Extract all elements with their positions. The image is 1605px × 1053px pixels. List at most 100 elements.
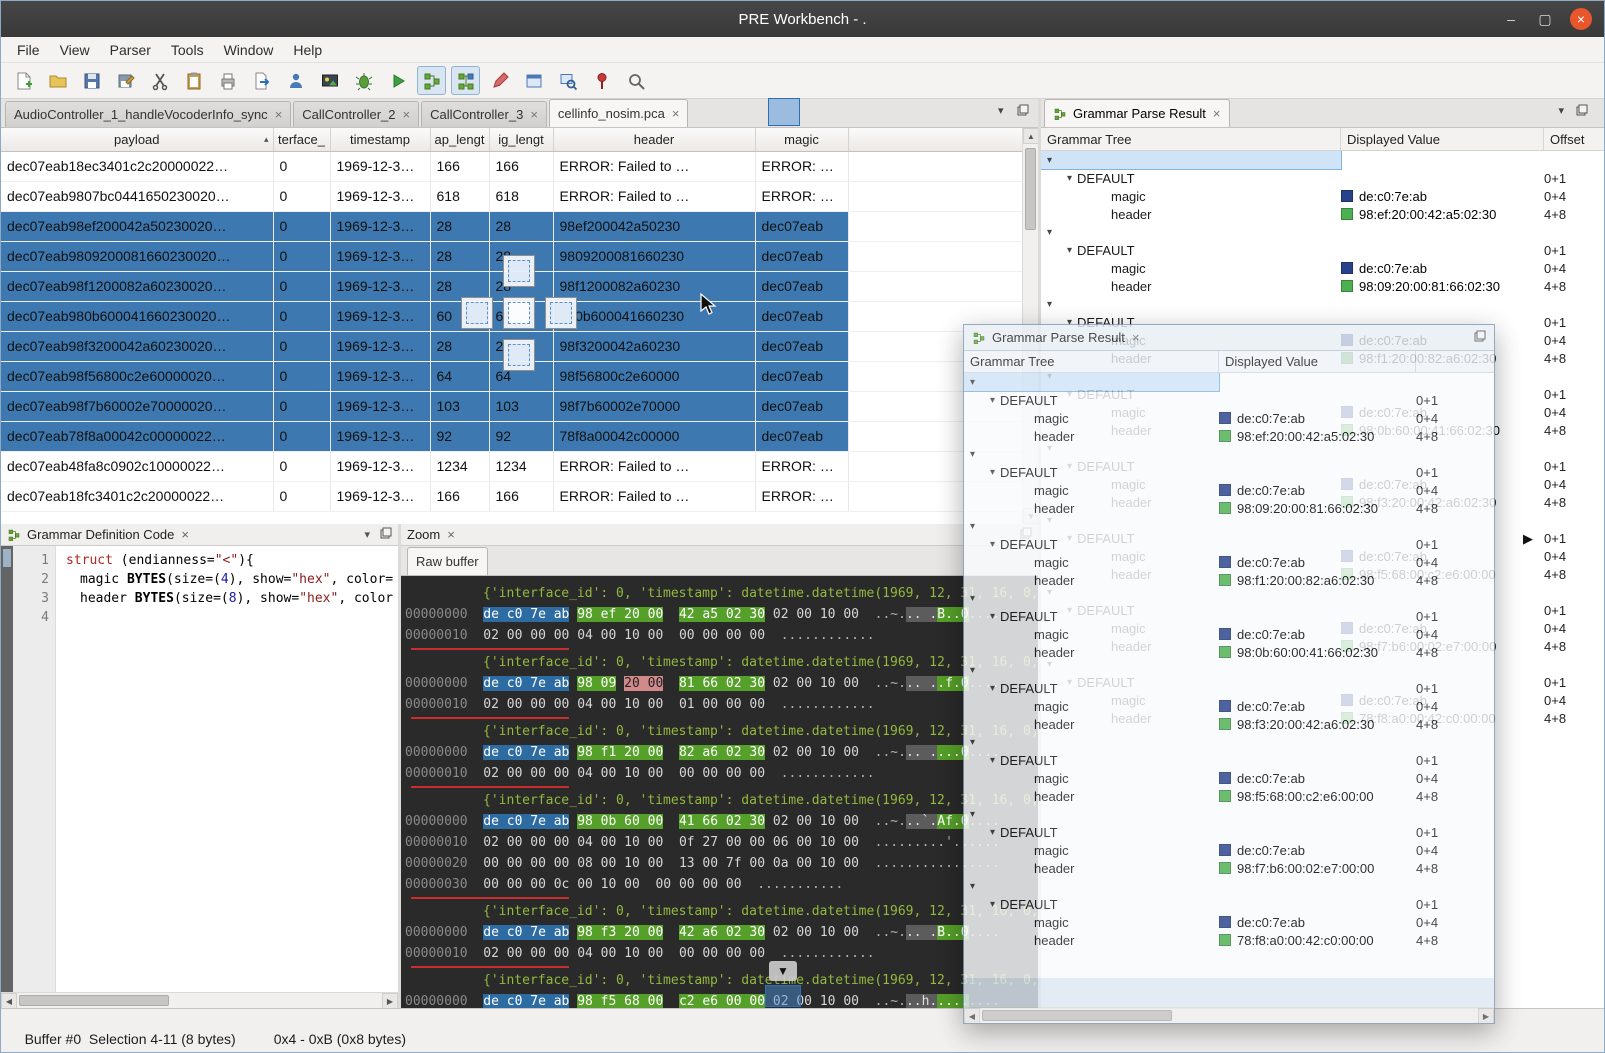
column-header-payload[interactable]: payload▴ [1, 128, 273, 151]
column-header-magic[interactable]: magic [755, 128, 848, 151]
chevron-down-icon[interactable]: ▾ [990, 611, 995, 622]
paste-button[interactable] [179, 66, 208, 95]
hex-line[interactable]: 00000000 de c0 7e ab 98 0b 60 00 41 66 0… [405, 811, 1038, 832]
tree-row[interactable]: header78:f8:a0:00:42:c0:00:004+8 [964, 931, 1494, 949]
chevron-down-icon[interactable]: ▾ [970, 881, 975, 892]
tree-row[interactable]: magicde:c0:7e:ab0+4 [964, 913, 1494, 931]
debug-button[interactable] [349, 66, 378, 95]
tree-row[interactable]: ▾ [964, 589, 1494, 607]
chevron-down-icon[interactable]: ▾ [970, 665, 975, 676]
tree-row[interactable]: magicde:c0:7e:ab0+4 [964, 625, 1494, 643]
tree-row[interactable]: header98:f3:20:00:42:a6:02:304+8 [964, 715, 1494, 733]
chevron-down-icon[interactable]: ▾ [1067, 245, 1072, 256]
tree-row[interactable]: ▾ [964, 517, 1494, 535]
hex-line[interactable]: 00000010 02 00 00 00 04 00 10 00 00 00 0… [405, 763, 1038, 784]
scroll-right-icon[interactable]: ▶ [382, 993, 398, 1009]
tree-row[interactable]: ▾ [964, 805, 1494, 823]
dock-target-left[interactable] [461, 297, 493, 329]
table-row[interactable]: dec07eab9807bc0441650230020…01969-12-3…6… [1, 181, 1022, 211]
chevron-down-icon[interactable]: ▾ [1047, 227, 1052, 238]
menu-item-tools[interactable]: Tools [161, 39, 214, 61]
maximize-button[interactable]: ▢ [1536, 11, 1554, 28]
hex-line[interactable]: 00000030 00 00 00 0c 00 10 00 00 00 00 0… [405, 874, 1038, 895]
tree-row[interactable]: ▾DEFAULT0+1 [964, 823, 1494, 841]
tab-grammar-parse-result[interactable]: Grammar Parse Result × [1044, 99, 1230, 127]
panel-detach-icon[interactable] [380, 527, 392, 542]
hex-line[interactable]: 00000000 de c0 7e ab 98 09 20 00 81 66 0… [405, 673, 1038, 694]
chevron-down-icon[interactable]: ▾ [990, 755, 995, 766]
hex-line[interactable]: 00000010 02 00 00 00 04 00 10 00 00 00 0… [405, 943, 1038, 964]
scroll-right-indicator[interactable]: ▶ [1523, 531, 1533, 547]
column-header-header[interactable]: header [553, 128, 755, 151]
tree-row[interactable]: magicde:c0:7e:ab0+4 [964, 697, 1494, 715]
chevron-down-icon[interactable]: ▾ [990, 899, 995, 910]
annotate-button[interactable] [485, 66, 514, 95]
table-row[interactable]: dec07eab48fa8c0902c10000022…01969-12-3…1… [1, 451, 1022, 481]
hex-line[interactable]: 00000010 02 00 00 00 04 00 10 00 0f 27 0… [405, 832, 1038, 853]
table-row[interactable]: dec07eab98f7b60002e70000020…01969-12-3…1… [1, 391, 1022, 421]
tree-row[interactable]: header98:ef:20:00:42:a5:02:304+8 [964, 427, 1494, 445]
hex-line[interactable]: 00000000 de c0 7e ab 98 f1 20 00 82 a6 0… [405, 742, 1038, 763]
tree-row[interactable]: ▾ [1041, 295, 1605, 313]
chevron-down-icon[interactable]: ▾ [990, 683, 995, 694]
column-header-ig_lengt[interactable]: ig_lengt [489, 128, 553, 151]
dock-target-center[interactable] [503, 297, 535, 329]
table-row[interactable]: dec07eab18ec3401c2c20000022…01969-12-3…1… [1, 151, 1022, 181]
tree-row[interactable]: magicde:c0:7e:ab0+4 [1041, 259, 1605, 277]
tree-row[interactable]: ▾DEFAULT0+1 [964, 607, 1494, 625]
tree-row[interactable]: magicde:c0:7e:ab0+4 [964, 553, 1494, 571]
tree-row[interactable]: header98:0b:60:00:41:66:02:304+8 [964, 643, 1494, 661]
floating-horizontal-scrollbar[interactable]: ◀ ▶ [964, 1007, 1494, 1023]
column-header-ap_lengt[interactable]: ap_lengt [430, 128, 489, 151]
cut-button[interactable] [145, 66, 174, 95]
tab-CallController_3[interactable]: CallController_3× [421, 101, 547, 127]
dock-target-top[interactable] [503, 255, 535, 287]
scroll-left-icon[interactable]: ◀ [1, 993, 17, 1009]
tree-row[interactable]: ▾DEFAULT0+1 [964, 679, 1494, 697]
scrollbar-thumb[interactable] [1025, 148, 1036, 230]
tree-row[interactable]: header98:f7:b6:00:02:e7:00:004+8 [964, 859, 1494, 877]
close-icon[interactable]: × [403, 107, 411, 122]
tree-row[interactable]: magicde:c0:7e:ab0+4 [1041, 187, 1605, 205]
floating-grammar-parse-result-window[interactable]: Grammar Parse Result × Grammar Tree Disp… [963, 324, 1495, 1024]
code-text[interactable]: struct (endianness="<"){magic BYTES(size… [56, 546, 398, 992]
tree-row[interactable]: header98:09:20:00:81:66:02:304+8 [964, 499, 1494, 517]
scroll-down-indicator[interactable]: ▼ [769, 961, 797, 981]
tree-row[interactable]: ▾ [1041, 223, 1605, 241]
inspect-button[interactable] [553, 66, 582, 95]
tab-AudioController_1_handleVocoderInfo_sync[interactable]: AudioController_1_handleVocoderInfo_sync… [5, 101, 291, 127]
open-folder-button[interactable] [43, 66, 72, 95]
tree-row[interactable]: magicde:c0:7e:ab0+4 [964, 841, 1494, 859]
detach-icon[interactable] [1017, 104, 1029, 119]
pin-button[interactable] [587, 66, 616, 95]
new-file-button[interactable] [9, 66, 38, 95]
table-row[interactable]: dec07eab78f8a00042c00000022…01969-12-3…9… [1, 421, 1022, 451]
tree-row[interactable]: ▾ [964, 661, 1494, 679]
tree-row[interactable]: ▾DEFAULT0+1 [1041, 241, 1605, 259]
chevron-down-icon[interactable]: ▾ [990, 539, 995, 550]
tree-row[interactable]: ▾DEFAULT0+1 [964, 895, 1494, 913]
chevron-down-icon[interactable]: ▾ [990, 827, 995, 838]
tab-CallController_2[interactable]: CallController_2× [293, 101, 419, 127]
screenshot-button[interactable] [315, 66, 344, 95]
hex-line[interactable]: 00000000 de c0 7e ab 98 f5 68 00 c2 e6 0… [405, 991, 1038, 1008]
floating-window-title-bar[interactable]: Grammar Parse Result × [964, 325, 1494, 351]
grammar-tree-button[interactable] [417, 66, 446, 95]
chevron-down-icon[interactable]: ▾ [990, 467, 995, 478]
panel-detach-icon[interactable] [1474, 330, 1486, 345]
chevron-down-icon[interactable]: ▾ [1047, 155, 1052, 166]
tree-row[interactable]: header98:f1:20:00:82:a6:02:304+8 [964, 571, 1494, 589]
scroll-up-icon[interactable]: ▲ [1023, 128, 1038, 144]
export-button[interactable] [247, 66, 276, 95]
grammar-tree-alt-button[interactable] [451, 66, 480, 95]
chevron-down-icon[interactable]: ▾ [970, 377, 975, 388]
panel-overflow-icon[interactable]: ▾ [1558, 104, 1564, 117]
tree-row[interactable]: ▾DEFAULT0+1 [964, 751, 1494, 769]
close-icon[interactable]: × [1213, 106, 1221, 121]
dock-target-right[interactable] [545, 297, 577, 329]
minimize-button[interactable]: – [1502, 11, 1520, 27]
tree-row[interactable]: ▾DEFAULT0+1 [964, 391, 1494, 409]
code-editor[interactable]: 1234 struct (endianness="<"){magic BYTES… [1, 546, 398, 992]
chevron-down-icon[interactable]: ▾ [970, 521, 975, 532]
close-icon[interactable]: × [181, 527, 189, 542]
